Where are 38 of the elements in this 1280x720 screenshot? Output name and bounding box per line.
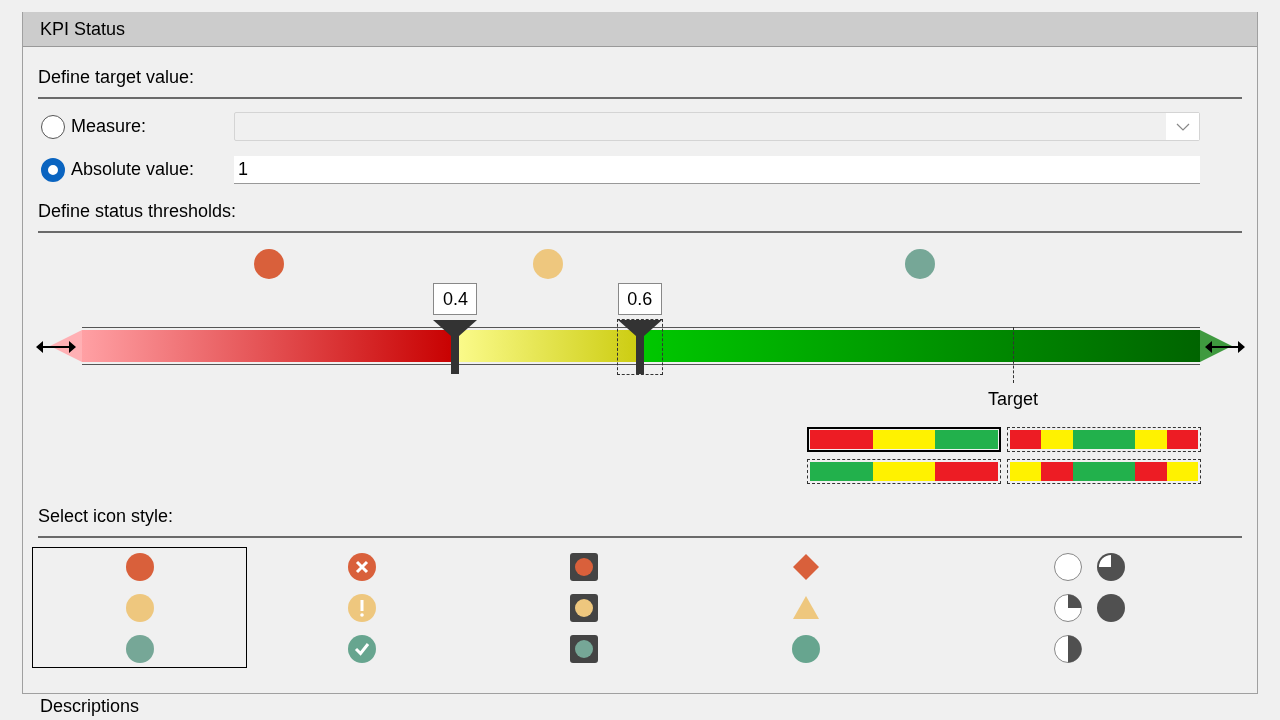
threshold-value: 0.4 bbox=[433, 283, 478, 315]
section-heading: Define target value: bbox=[38, 67, 195, 88]
circle-icon bbox=[124, 592, 155, 623]
band-pattern[interactable] bbox=[1007, 427, 1201, 452]
section-heading: Define status thresholds: bbox=[38, 201, 237, 222]
slider-handle[interactable] bbox=[616, 319, 663, 375]
empty-circle-icon bbox=[1053, 551, 1083, 582]
threshold-value: 0.6 bbox=[617, 283, 662, 315]
option-label: Measure: bbox=[71, 116, 148, 137]
circle-icon bbox=[124, 551, 155, 582]
value-input[interactable]: 1 bbox=[234, 155, 1200, 184]
quarter-pie-icon bbox=[1053, 592, 1083, 623]
chevron-down-icon bbox=[1175, 122, 1190, 131]
slider-handle[interactable] bbox=[432, 319, 479, 375]
band-pattern[interactable] bbox=[807, 459, 1001, 484]
exclamation-icon bbox=[346, 592, 377, 623]
checkmark-icon bbox=[346, 633, 377, 664]
traffic-light-icon bbox=[568, 551, 599, 582]
cross-icon bbox=[346, 551, 377, 582]
circle-icon bbox=[790, 633, 821, 664]
traffic-light-icon bbox=[568, 592, 599, 623]
radio-button[interactable] bbox=[41, 157, 65, 182]
target-line bbox=[1013, 327, 1014, 383]
target-label: Target bbox=[987, 389, 1039, 410]
three-quarter-pie-icon bbox=[1096, 551, 1126, 582]
circle-icon bbox=[124, 633, 155, 664]
section-heading: Select icon style: bbox=[38, 506, 174, 527]
band-pattern[interactable] bbox=[1007, 459, 1201, 484]
section-heading: Descriptions bbox=[40, 696, 140, 716]
traffic-light-icon bbox=[568, 633, 599, 664]
double-arrow-icon bbox=[35, 340, 77, 354]
icon-style-option[interactable] bbox=[32, 547, 247, 668]
option-label: Absolute value: bbox=[71, 159, 196, 180]
half-pie-icon bbox=[1053, 633, 1083, 664]
panel-title: KPI Status bbox=[40, 18, 126, 40]
double-arrow-icon bbox=[1204, 340, 1246, 354]
full-circle-icon bbox=[1096, 592, 1126, 623]
band-pattern[interactable] bbox=[807, 427, 1001, 452]
